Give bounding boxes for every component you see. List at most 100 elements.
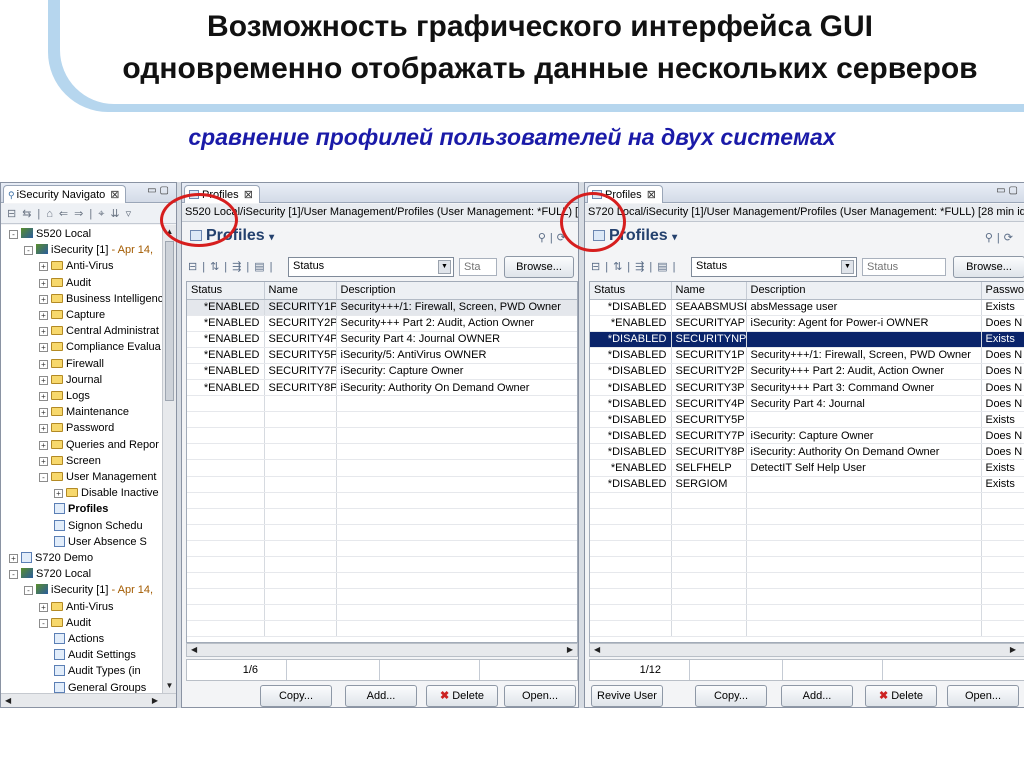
tree-node[interactable]: + Central Administrat xyxy=(39,323,159,339)
table-row[interactable] xyxy=(187,508,577,525)
navigator-toolbar[interactable]: ⊟⇆|⌂⇐⇒|⌖⇊▿ xyxy=(1,204,176,224)
column-header[interactable]: Name xyxy=(264,282,337,300)
expand-icon[interactable]: + xyxy=(39,392,48,401)
right-filter-toolbar-icons[interactable]: ⊟|⇅|⇶|▤| xyxy=(591,260,680,273)
table-row[interactable]: *DISABLED SECURITY7P iSecurity: Capture Ow… xyxy=(590,427,1024,445)
table-row[interactable]: *ENABLED SECURITY2P Security+++ Part 2: Au… xyxy=(187,315,577,332)
table-row[interactable] xyxy=(590,492,1024,509)
left-delete-button[interactable]: ✖ Delete xyxy=(426,685,498,707)
table-row[interactable] xyxy=(187,588,577,606)
tree-node[interactable]: + Anti-Virus xyxy=(39,599,113,615)
tree-node[interactable]: Signon Schedu xyxy=(54,518,143,534)
expand-icon[interactable]: + xyxy=(39,440,48,450)
tree-node[interactable]: + Anti-Virus xyxy=(39,258,113,274)
table-row[interactable] xyxy=(590,556,1024,574)
tree-node[interactable]: - S720 Local xyxy=(9,566,91,582)
table-row[interactable] xyxy=(590,540,1024,558)
table-row[interactable]: *DISABLED SECURITY4P Security Part 4: Jour… xyxy=(590,395,1024,413)
right-profiles-grid[interactable]: Status Name Description Passwo *DISABLED SEA… xyxy=(589,281,1024,643)
chevron-down-icon[interactable]: ▾ xyxy=(269,232,274,243)
table-row[interactable]: *ENABLED SECURITY7P iSecurity: Capture Own… xyxy=(187,363,577,380)
column-header[interactable]: Name xyxy=(671,282,747,300)
tree-node[interactable]: + Queries and Repor xyxy=(39,437,159,453)
navigator-tree[interactable]: - S520 Local - iSecurity [1] - Apr 14, + Anti… xyxy=(1,225,162,693)
tree-node[interactable]: - iSecurity [1] - Apr 14, xyxy=(24,242,153,258)
tree-node[interactable]: Profiles xyxy=(54,501,108,517)
table-row[interactable]: *DISABLED SECURITY5P Exists xyxy=(590,411,1024,429)
table-row[interactable] xyxy=(187,476,577,493)
scroll-left-arrow-icon[interactable]: ◀ xyxy=(191,644,197,656)
table-row[interactable]: *DISABLED SERGIOM Exists xyxy=(590,476,1024,493)
navigator-horizontal-scrollbar[interactable]: ◀ ▶ xyxy=(1,693,176,707)
table-row[interactable] xyxy=(590,508,1024,525)
table-row[interactable]: *ENABLED SECURITY4P Security Part 4: Journ… xyxy=(187,331,577,348)
table-row[interactable]: *DISABLED SECURITY8P iSecurity: Authority … xyxy=(590,443,1024,461)
table-row[interactable] xyxy=(590,524,1024,541)
tree-node[interactable]: Actions xyxy=(54,631,104,647)
left-filter-field-select[interactable]: Status ▼ xyxy=(288,257,454,277)
close-icon[interactable]: ⊠ xyxy=(110,189,119,201)
tree-node[interactable]: + Logs xyxy=(39,388,90,404)
close-icon[interactable]: ⊠ xyxy=(647,189,656,201)
table-row[interactable] xyxy=(187,443,577,461)
expand-icon[interactable]: + xyxy=(39,424,48,434)
expand-icon[interactable]: + xyxy=(39,294,48,304)
table-row[interactable] xyxy=(187,572,577,590)
chevron-down-icon[interactable]: ▾ xyxy=(672,232,677,243)
right-open-button[interactable]: Open... xyxy=(947,685,1019,707)
tree-node[interactable]: General Groups xyxy=(54,680,146,693)
collapse-icon[interactable]: - xyxy=(24,246,33,256)
right-copy-button[interactable]: Copy... xyxy=(695,685,767,707)
expand-icon[interactable]: + xyxy=(39,375,48,385)
collapse-icon[interactable]: - xyxy=(39,618,48,628)
table-row[interactable] xyxy=(187,540,577,558)
tree-node[interactable]: + Firewall xyxy=(39,356,104,372)
scroll-down-arrow-icon[interactable]: ▼ xyxy=(163,679,176,693)
window-controls[interactable]: ▭▢ xyxy=(147,185,172,196)
tree-node[interactable]: + Journal xyxy=(39,372,102,388)
collapse-icon[interactable]: - xyxy=(9,570,18,580)
chevron-down-icon[interactable]: ▼ xyxy=(841,260,854,274)
table-row[interactable]: *ENABLED SECURITY5P iSecurity/5: AntiVirus… xyxy=(187,347,577,364)
left-filter-value-input[interactable] xyxy=(459,258,497,276)
table-row[interactable] xyxy=(590,588,1024,606)
collapse-icon[interactable]: - xyxy=(39,473,48,482)
right-add-button[interactable]: Add... xyxy=(781,685,853,707)
column-header[interactable]: Description xyxy=(746,282,982,300)
tree-node[interactable]: Audit Settings xyxy=(54,647,136,663)
table-row[interactable] xyxy=(187,556,577,574)
revive-user-button[interactable]: Revive User xyxy=(591,685,663,707)
table-row[interactable] xyxy=(187,620,577,638)
tree-node[interactable]: Audit Types (in xyxy=(54,663,141,679)
right-browse-button[interactable]: Browse... xyxy=(953,256,1024,278)
expand-icon[interactable]: + xyxy=(39,456,48,466)
tree-node[interactable]: + Capture xyxy=(39,307,105,323)
collapse-icon[interactable]: - xyxy=(9,230,18,239)
column-header[interactable]: Status xyxy=(590,282,672,300)
tree-node[interactable]: + Password xyxy=(39,420,114,436)
table-row[interactable] xyxy=(187,395,577,413)
table-row[interactable] xyxy=(187,427,577,445)
table-row[interactable] xyxy=(187,492,577,509)
expand-icon[interactable]: + xyxy=(39,602,48,612)
expand-icon[interactable]: + xyxy=(54,489,63,499)
table-row[interactable] xyxy=(187,604,577,622)
left-grid-horizontal-scrollbar[interactable]: ◀ ▶ xyxy=(186,643,578,657)
table-row[interactable] xyxy=(590,572,1024,590)
left-copy-button[interactable]: Copy... xyxy=(260,685,332,707)
table-row[interactable]: *ENABLED SECURITY1P Security+++/1: Firewal… xyxy=(187,299,577,316)
tree-node[interactable]: User Absence S xyxy=(54,534,147,550)
close-icon[interactable]: ⊠ xyxy=(244,189,253,201)
table-row[interactable] xyxy=(187,459,577,477)
right-filter-value-input[interactable] xyxy=(862,258,946,276)
right-delete-button[interactable]: ✖ Delete xyxy=(865,685,937,707)
tree-node[interactable]: - S520 Local xyxy=(9,226,91,242)
table-row[interactable] xyxy=(590,604,1024,622)
tree-node[interactable]: - iSecurity [1] - Apr 14, xyxy=(24,582,153,598)
left-browse-button[interactable]: Browse... xyxy=(504,256,574,278)
table-row[interactable]: *ENABLED SECURITYAP iSecurity: Agent for P… xyxy=(590,315,1024,332)
tree-node[interactable]: + Maintenance xyxy=(39,404,129,420)
left-filter-toolbar-icons[interactable]: ⊟|⇅|⇶|▤| xyxy=(188,260,277,273)
table-row[interactable]: *ENABLED SELFHELP DetectIT Self Help User E… xyxy=(590,459,1024,477)
expand-icon[interactable]: + xyxy=(39,359,48,369)
